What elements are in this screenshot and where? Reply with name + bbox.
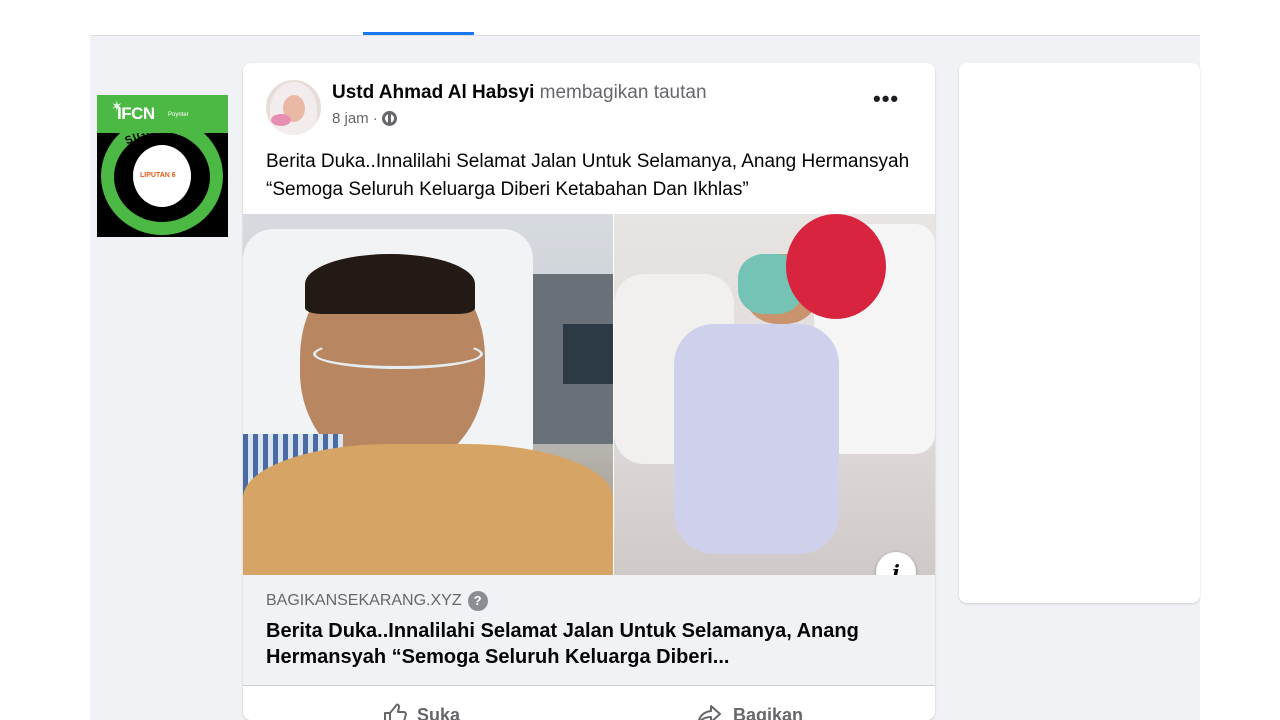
- photo-monitor-screen: [563, 324, 613, 384]
- photo-gown: [674, 324, 839, 554]
- post-card: Ustd Ahmad Al Habsyi membagikan tautan 8…: [243, 63, 935, 720]
- meta-separator: ·: [372, 110, 378, 127]
- top-divider: [90, 35, 1200, 36]
- post-text: Berita Duka..Innalilahi Selamat Jalan Un…: [266, 151, 910, 200]
- ifcn-signatory-badge: LIPUTAN 6 SIGNATORY ✶ IFCN Poynter: [97, 95, 228, 237]
- badge-poynter-text: Poynter: [168, 112, 189, 118]
- photo-red-cap: [786, 214, 886, 319]
- link-domain: BAGIKANSEKARANG.XYZ: [266, 592, 462, 609]
- badge-center: LIPUTAN 6: [133, 145, 191, 207]
- like-button[interactable]: Suka: [383, 703, 460, 720]
- author-avatar[interactable]: [266, 80, 321, 135]
- more-options-icon[interactable]: •••: [873, 88, 899, 110]
- question-icon[interactable]: ?: [467, 591, 488, 611]
- badge-ifcn-text: IFCN: [117, 104, 155, 123]
- thumbs-up-icon: [384, 703, 407, 720]
- right-sidebar-card: [959, 63, 1200, 603]
- badge-logo-text: LIPUTAN 6: [140, 172, 176, 179]
- share-arrow-icon: [697, 705, 721, 720]
- badge-ring: LIPUTAN 6 SIGNATORY: [101, 109, 223, 235]
- page: LIPUTAN 6 SIGNATORY ✶ IFCN Poynter Ustd …: [0, 0, 1280, 720]
- avatar-accent: [271, 114, 291, 126]
- post-action-text: membagikan tautan: [539, 82, 707, 103]
- link-domain-row: BAGIKANSEKARANG.XYZ ?: [266, 591, 488, 611]
- globe-icon: [381, 111, 397, 126]
- post-timestamp[interactable]: 8 jam: [332, 110, 369, 127]
- post-header: Ustd Ahmad Al Habsyi membagikan tautan: [332, 82, 707, 104]
- photo-patient-hair: [305, 254, 475, 314]
- link-preview-box[interactable]: BAGIKANSEKARANG.XYZ ? Berita Duka..Innal…: [243, 575, 935, 685]
- link-preview-image[interactable]: i: [243, 214, 935, 575]
- photo-oxygen-tube: [313, 339, 483, 369]
- badge-top: ✶ IFCN Poynter: [97, 95, 228, 133]
- photo-blanket: [243, 444, 613, 575]
- active-tab-indicator: [363, 32, 474, 35]
- share-label: Bagikan: [733, 704, 804, 720]
- post-actions-bar: Suka Bagikan: [243, 685, 935, 720]
- post-meta: 8 jam ·: [332, 110, 397, 127]
- photo-right-panel: [614, 214, 935, 575]
- photo-left-panel: [243, 214, 613, 575]
- share-button[interactable]: Bagikan: [695, 703, 803, 720]
- link-title[interactable]: Berita Duka..Innalilahi Selamat Jalan Un…: [266, 618, 906, 670]
- author-name[interactable]: Ustd Ahmad Al Habsyi: [332, 82, 534, 103]
- like-label: Suka: [417, 704, 461, 720]
